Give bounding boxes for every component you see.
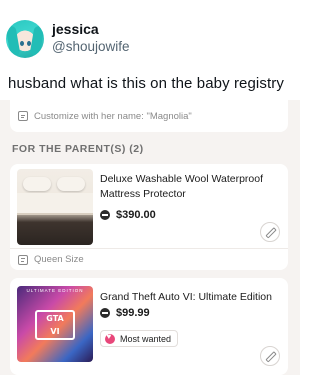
- most-wanted-badge: Most wanted: [100, 330, 179, 347]
- edit-button[interactable]: [260, 346, 280, 366]
- price-row: $99.99: [100, 307, 150, 319]
- price-icon: [100, 210, 110, 220]
- price-row: $390.00: [100, 209, 156, 221]
- user-handle[interactable]: @shoujowife: [52, 39, 130, 54]
- product-price: $99.99: [116, 307, 150, 319]
- registry-list: Customize with her name: "Magnolia" FOR …: [0, 100, 300, 375]
- item-note-text: Queen Size: [34, 254, 84, 265]
- product-image[interactable]: ULTIMATE EDITION GTA VI: [17, 286, 93, 362]
- note-icon: [18, 254, 28, 265]
- pencil-icon: [266, 228, 275, 237]
- avatar[interactable]: [6, 20, 44, 58]
- badge-label: Most wanted: [120, 333, 172, 344]
- product-title[interactable]: Deluxe Washable Wool Waterproof Mattress…: [100, 172, 280, 202]
- item-note: Queen Size: [18, 254, 84, 265]
- display-name[interactable]: jessica: [52, 21, 99, 37]
- edit-button[interactable]: [260, 222, 280, 242]
- tweet-text: husband what is this on the baby registr…: [8, 75, 284, 92]
- item-note-text: Customize with her name: "Magnolia": [34, 110, 192, 122]
- price-icon: [100, 308, 110, 318]
- item-note-card: Customize with her name: "Magnolia": [10, 100, 288, 132]
- section-heading: FOR THE PARENT(S) (2): [12, 143, 144, 155]
- product-image[interactable]: [17, 169, 93, 245]
- product-title[interactable]: Grand Theft Auto VI: Ultimate Edition: [100, 290, 280, 305]
- pencil-icon: [266, 352, 275, 361]
- registry-item[interactable]: ULTIMATE EDITION GTA VI Grand Theft Auto …: [10, 278, 288, 375]
- item-note-card: Queen Size: [10, 248, 288, 270]
- tweet: jessica @shoujowife husband what is this…: [0, 0, 300, 100]
- item-note: Customize with her name: "Magnolia": [18, 111, 192, 122]
- note-icon: [18, 111, 28, 121]
- heart-icon: [105, 332, 115, 344]
- registry-item[interactable]: Deluxe Washable Wool Waterproof Mattress…: [10, 164, 288, 248]
- product-price: $390.00: [116, 209, 156, 221]
